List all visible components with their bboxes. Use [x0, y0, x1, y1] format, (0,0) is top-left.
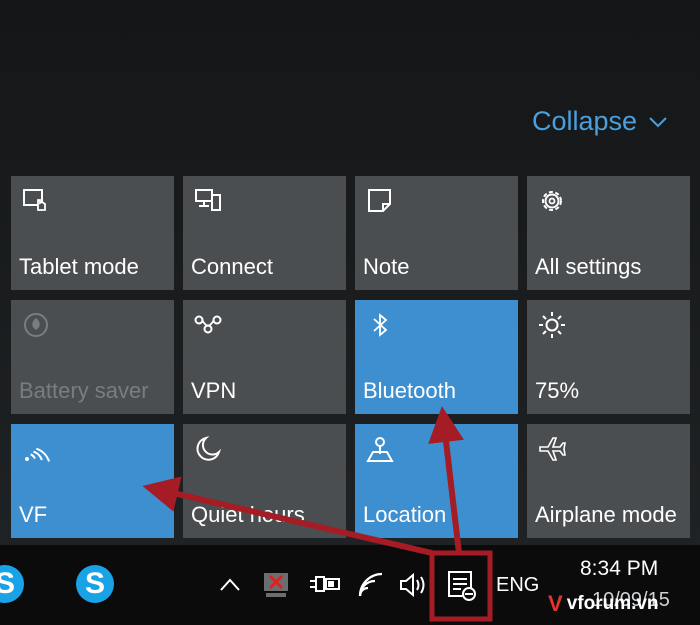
- tile-label: Tablet mode: [19, 254, 139, 279]
- tile-battery-saver[interactable]: Battery saver: [11, 300, 174, 414]
- moon-icon: [193, 434, 223, 464]
- tile-label: Battery saver: [19, 378, 149, 403]
- brightness-icon: [537, 310, 567, 340]
- network-disconnected-icon[interactable]: [262, 571, 292, 599]
- tile-location[interactable]: Location: [355, 424, 518, 538]
- wifi-icon[interactable]: [356, 571, 386, 599]
- collapse-label: Collapse: [532, 106, 638, 136]
- language-indicator[interactable]: ENG: [496, 574, 539, 597]
- volume-icon[interactable]: [398, 572, 428, 598]
- chevron-down-icon: [649, 116, 667, 127]
- tile-label: Note: [363, 254, 410, 279]
- tile-label: Connect: [191, 254, 273, 279]
- collapse-button[interactable]: Collapse: [532, 106, 669, 137]
- tile-vpn[interactable]: VPN: [183, 300, 346, 414]
- clock-time[interactable]: 8:34 PM: [580, 557, 658, 581]
- chevron-up-icon[interactable]: [218, 575, 242, 595]
- watermark-logo: V: [548, 591, 563, 616]
- tile-label: All settings: [535, 254, 642, 279]
- tile-all-settings[interactable]: All settings: [527, 176, 690, 290]
- tile-brightness[interactable]: 75%: [527, 300, 690, 414]
- tile-label: Quiet hours: [191, 502, 305, 527]
- tile-note[interactable]: Note: [355, 176, 518, 290]
- skype-icon[interactable]: S: [0, 565, 24, 603]
- airplane-icon: [537, 434, 567, 464]
- tile-label: Bluetooth: [363, 378, 456, 403]
- tile-airplane-mode[interactable]: Airplane mode: [527, 424, 690, 538]
- tile-label: VPN: [191, 378, 237, 403]
- tile-label: 75%: [535, 378, 580, 403]
- wifi-icon: [21, 434, 51, 464]
- action-center-panel: Collapse Tablet mode Connect Note All se…: [0, 0, 700, 545]
- vpn-icon: [193, 310, 223, 340]
- note-icon: [365, 186, 395, 216]
- tile-tablet-mode[interactable]: Tablet mode: [11, 176, 174, 290]
- watermark-text: vforum.vn: [566, 593, 659, 614]
- tile-quiet-hours[interactable]: Quiet hours: [183, 424, 346, 538]
- tile-label: Airplane mode: [535, 502, 677, 527]
- bluetooth-icon: [365, 310, 395, 340]
- tile-label: VF: [19, 502, 48, 527]
- connect-icon: [193, 186, 223, 216]
- action-center-icon[interactable]: [445, 569, 479, 603]
- power-icon[interactable]: [308, 573, 342, 597]
- tile-wifi-vf[interactable]: VF: [11, 424, 174, 538]
- gear-icon: [537, 186, 567, 216]
- watermark: V vforum.vn: [548, 590, 698, 618]
- location-icon: [365, 434, 395, 464]
- tile-bluetooth[interactable]: Bluetooth: [355, 300, 518, 414]
- battery-saver-icon: [21, 310, 51, 340]
- tile-connect[interactable]: Connect: [183, 176, 346, 290]
- tile-label: Location: [363, 502, 447, 527]
- tablet-mode-icon: [21, 186, 51, 216]
- skype-icon[interactable]: S: [76, 565, 114, 603]
